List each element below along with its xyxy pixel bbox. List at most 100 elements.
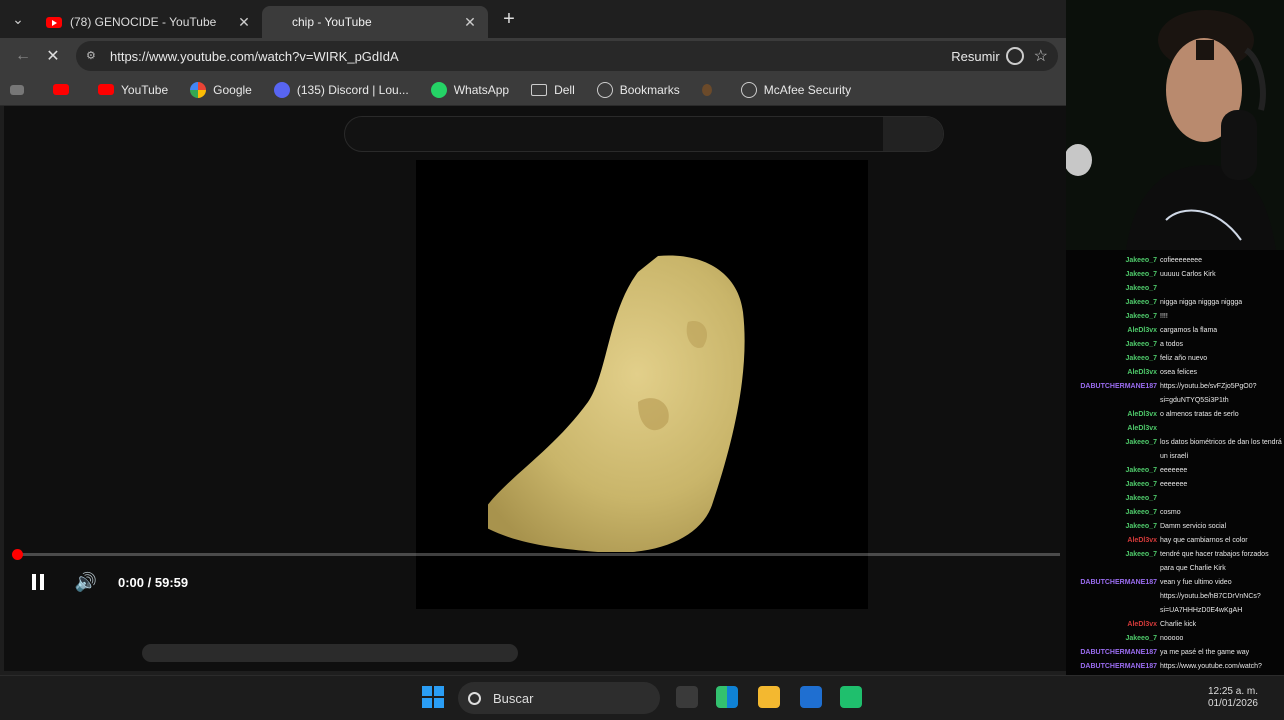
youtube-favicon-icon <box>46 16 62 28</box>
new-tab-button[interactable]: + <box>494 4 524 34</box>
chat-username: DABUTCHERMANE187 <box>1080 649 1157 656</box>
chat-message: AleDl3vx o almenos tratas de serlo <box>1068 408 1282 422</box>
chat-message: Jakeeo_7 <box>1068 282 1282 296</box>
chat-message: AleDl3vx <box>1068 422 1282 436</box>
chat-message: AleDl3vx osea felices <box>1068 366 1282 380</box>
chat-message: si=UA7HHHzD0E4wKgAH <box>1068 604 1282 618</box>
bookmark-google[interactable]: Google <box>190 81 252 98</box>
chat-text: cosmo <box>1160 509 1181 516</box>
bookmark-discord[interactable]: (135) Discord | Lou... <box>273 81 409 98</box>
app-icon[interactable] <box>840 686 862 708</box>
chat-username: Jakeeo_7 <box>1125 313 1157 320</box>
video-progress-bar[interactable] <box>12 549 1060 560</box>
chat-username: Jakeeo_7 <box>1125 341 1157 348</box>
chat-username <box>1068 394 1160 408</box>
chat-username: AleDl3vx <box>1127 327 1157 334</box>
google-icon <box>190 81 207 98</box>
site-info-icon[interactable]: ⚙ <box>86 49 100 63</box>
tab-title: chip - YouTube <box>292 15 372 29</box>
summarize-button[interactable]: Resumir <box>951 49 999 64</box>
chat-message: AleDl3vx cargamos la flama <box>1068 324 1282 338</box>
tab-genocide[interactable]: (78) GENOCIDE - YouTube ✕ <box>36 6 262 38</box>
windows-taskbar: Buscar 12:25 a. m. 01/01/2026 <box>0 675 1284 720</box>
horizontal-scrollbar[interactable] <box>142 644 518 662</box>
chat-text: eeeeeee <box>1160 481 1188 488</box>
tab-search-button[interactable]: ⌄ <box>0 0 36 38</box>
chat-text: hay que cambiarnos el color <box>1160 537 1248 544</box>
chat-message: DABUTCHERMANE187 vean y fue ultimo video <box>1068 576 1282 590</box>
edge-icon[interactable] <box>716 686 738 708</box>
stream-chat: Jakeeo_7 cofieeeeeeee Jakeeo_7 uuuuu Carlos… <box>1066 250 1284 680</box>
chat-message: DABUTCHERMANE187 https://www.youtube.com/… <box>1068 660 1282 674</box>
youtube-search-bar[interactable] <box>344 116 944 152</box>
chat-text: tendré que hacer trabajos forzados <box>1160 551 1269 558</box>
chat-username: Jakeeo_7 <box>1125 271 1157 278</box>
chat-username: DABUTCHERMANE187 <box>1080 579 1157 586</box>
volume-icon[interactable]: 🔊 <box>68 564 104 600</box>
folder-icon <box>531 83 548 96</box>
store-icon[interactable] <box>800 686 822 708</box>
chat-text: los datos biométricos de dan los tendrá <box>1160 439 1282 446</box>
chat-text: cofieeeeeeee <box>1160 257 1203 264</box>
chat-username: AleDl3vx <box>1127 425 1157 432</box>
chat-text: nigga nigga niggga niggga <box>1160 299 1243 306</box>
chat-text: https://youtu.be/svFZjo5PgO0? <box>1160 383 1257 390</box>
chat-username: AleDl3vx <box>1127 621 1157 628</box>
system-tray-clock[interactable]: 12:25 a. m. 01/01/2026 <box>1208 686 1258 710</box>
chat-text: !!!! <box>1160 313 1168 320</box>
bookmark-mcafee[interactable]: McAfee Security <box>740 81 851 98</box>
globe-icon <box>596 81 613 98</box>
tab-title: (78) GENOCIDE - YouTube <box>70 15 217 29</box>
chat-message: https://youtu.be/hB7CDrVnNCs? <box>1068 590 1282 604</box>
task-view-icon[interactable] <box>676 686 698 708</box>
bookmarks-bar: YouTube Google (135) Discord | Lou... Wh… <box>0 74 1066 106</box>
url-text[interactable]: https://www.youtube.com/watch?v=WIRK_pGd… <box>110 49 951 64</box>
chat-message: Jakeeo_7 Damm servicio social <box>1068 520 1282 534</box>
chat-username: AleDl3vx <box>1127 537 1157 544</box>
chat-message: Jakeeo_7 feliz año nuevo <box>1068 352 1282 366</box>
tab-close-icon[interactable]: ✕ <box>462 14 478 31</box>
bookmarks-menu-icon[interactable] <box>10 84 31 95</box>
youtube-search-button[interactable] <box>883 117 943 151</box>
chat-text: vean y fue ultimo video <box>1160 579 1232 586</box>
tab-close-icon[interactable]: ✕ <box>236 14 252 31</box>
chat-username: Jakeeo_7 <box>1125 551 1157 558</box>
globe-icon <box>740 81 757 98</box>
copilot-icon[interactable] <box>1005 47 1024 65</box>
pause-button[interactable] <box>20 564 56 600</box>
chat-username: AleDl3vx <box>1127 411 1157 418</box>
chat-username: Jakeeo_7 <box>1125 635 1157 642</box>
tab-chip[interactable]: chip - YouTube ✕ <box>262 6 488 38</box>
youtube-page: 🔊 0:00 / 59:59 <box>4 106 1066 671</box>
potato-chip-image <box>488 255 745 552</box>
chat-message: Jakeeo_7 uuuuu Carlos Kirk <box>1068 268 1282 282</box>
bookmark-dell[interactable]: Dell <box>531 83 575 97</box>
bookmark-youtube[interactable]: YouTube <box>98 83 168 97</box>
video-player[interactable] <box>416 160 868 609</box>
chat-username: Jakeeo_7 <box>1125 439 1157 446</box>
taskbar-search[interactable]: Buscar <box>458 682 660 714</box>
chat-text: https://youtu.be/hB7CDrVnNCs? <box>1160 593 1261 600</box>
scrubber-handle[interactable] <box>12 549 23 560</box>
chat-username: Jakeeo_7 <box>1125 257 1157 264</box>
address-bar[interactable]: ⚙ https://www.youtube.com/watch?v=WIRK_p… <box>76 41 1058 71</box>
back-arrow-icon[interactable]: ← <box>8 41 38 71</box>
bookmark-extra-icon[interactable] <box>701 83 719 96</box>
tab-strip: ⌄ (78) GENOCIDE - YouTube ✕ chip - YouTu… <box>0 0 1066 38</box>
chat-message: DABUTCHERMANE187 https://youtu.be/svFZjo5… <box>1068 380 1282 394</box>
windows-start-icon[interactable] <box>422 686 444 708</box>
chat-text: eeeeeee <box>1160 467 1188 474</box>
chat-username: Jakeeo_7 <box>1125 299 1157 306</box>
player-controls: 🔊 0:00 / 59:59 <box>14 564 188 600</box>
bookmark-whatsapp[interactable]: WhatsApp <box>430 81 509 98</box>
bookmark-bookmarks[interactable]: Bookmarks <box>596 81 680 98</box>
favorite-star-icon[interactable]: ☆ <box>1034 46 1048 66</box>
stop-loading-icon[interactable]: ✕ <box>38 41 68 71</box>
file-explorer-icon[interactable] <box>758 686 780 708</box>
chat-username: DABUTCHERMANE187 <box>1080 663 1157 670</box>
chat-username <box>1068 562 1160 576</box>
chat-username <box>1068 604 1160 618</box>
bookmark-youtube-icon[interactable] <box>53 84 76 95</box>
chat-text: https://www.youtube.com/watch? <box>1160 663 1262 670</box>
chat-message: Jakeeo_7 nigga nigga niggga niggga <box>1068 296 1282 310</box>
